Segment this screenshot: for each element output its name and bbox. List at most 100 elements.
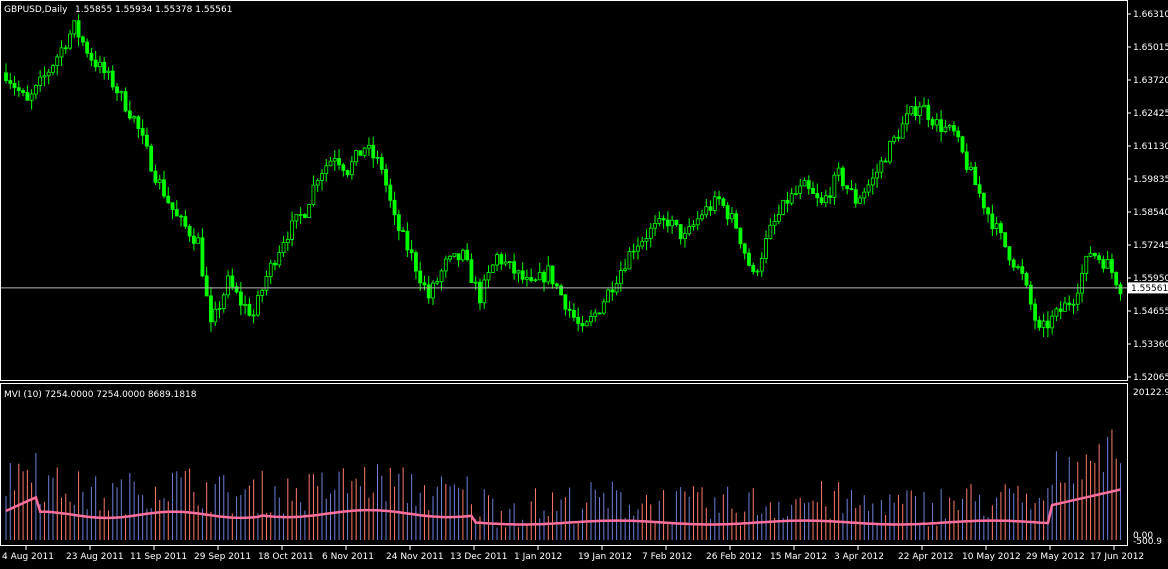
- candle-body: [1110, 258, 1114, 273]
- indicator-axis: 20122.90.00-500.9: [1133, 388, 1168, 547]
- candle-body: [486, 272, 491, 281]
- candle-body: [1092, 252, 1097, 257]
- candle-body: [576, 316, 581, 324]
- candle-body: [866, 184, 871, 193]
- candle-body: [695, 218, 700, 226]
- candle-body: [170, 202, 175, 211]
- candle-body: [362, 147, 367, 156]
- candle-body: [38, 76, 43, 86]
- price-tick-label: 1.63720: [1133, 76, 1168, 86]
- candle-body: [755, 270, 760, 273]
- candle-body: [119, 91, 124, 94]
- candle-body: [606, 289, 610, 303]
- price-tick-label: 1.57245: [1133, 241, 1168, 251]
- candle-body: [349, 161, 354, 176]
- candle-body: [986, 207, 990, 215]
- candle-body: [80, 36, 85, 43]
- candle-body: [520, 270, 525, 280]
- candle-body: [426, 284, 431, 299]
- candle-body: [384, 169, 388, 186]
- candle-body: [302, 214, 307, 218]
- candle-body: [179, 215, 183, 218]
- candle-body: [661, 218, 666, 221]
- candle-body: [1075, 292, 1080, 305]
- candle-body: [341, 164, 346, 171]
- time-tick-label: 4 Aug 2011: [2, 552, 54, 562]
- candle-body: [725, 205, 730, 220]
- candle-body: [917, 106, 922, 116]
- candle-body: [136, 116, 141, 129]
- candle-body: [102, 61, 107, 74]
- candle-body: [913, 106, 918, 116]
- candle-body: [533, 279, 538, 282]
- candle-body: [127, 110, 132, 119]
- candle-body: [828, 195, 833, 198]
- candle-body: [836, 167, 841, 176]
- candle-body: [238, 291, 243, 306]
- candle-body: [63, 47, 68, 50]
- time-tick-label: 26 Feb 2012: [706, 552, 762, 562]
- time-tick-label: 23 Aug 2011: [66, 552, 124, 562]
- candle-body: [85, 41, 90, 54]
- candle-body: [29, 93, 34, 101]
- candle-body: [670, 219, 675, 227]
- candle-body: [46, 71, 51, 77]
- time-tick-label: 22 Apr 2012: [898, 552, 954, 562]
- candle-body: [320, 173, 324, 181]
- price-tick-label: 1.65015: [1133, 43, 1168, 53]
- candle-body: [307, 204, 312, 218]
- candle-body: [593, 312, 598, 317]
- candle-body: [580, 323, 585, 327]
- candle-body: [21, 90, 25, 93]
- candle-body: [999, 223, 1003, 234]
- candle-body: [1071, 303, 1076, 306]
- candle-body: [311, 184, 316, 205]
- time-tick-label: 3 Apr 2012: [834, 552, 884, 562]
- candle-body: [759, 257, 764, 272]
- candle-body: [994, 223, 999, 230]
- candle-body: [1003, 232, 1008, 248]
- candle-body: [879, 160, 884, 173]
- candle-body: [98, 61, 102, 68]
- candle-body: [1067, 302, 1072, 306]
- time-tick-label: 19 Jan 2012: [578, 552, 632, 562]
- candle-body: [781, 199, 786, 215]
- candle-body: [618, 270, 623, 285]
- candle-body: [226, 275, 230, 296]
- time-tick-label: 13 Dec 2011: [450, 552, 508, 562]
- candle-body: [132, 116, 137, 119]
- candle-body: [396, 214, 401, 231]
- candle-body: [294, 214, 299, 222]
- candle-body: [870, 177, 875, 186]
- candle-body: [388, 184, 393, 201]
- candle-body: [858, 197, 862, 204]
- candle-body: [751, 265, 756, 272]
- candle-body: [443, 258, 448, 272]
- candle-body: [456, 253, 461, 261]
- candle-body: [875, 171, 879, 179]
- candle-body: [926, 104, 931, 120]
- candle-body: [473, 281, 478, 284]
- candle-body: [16, 87, 21, 91]
- candle-body: [892, 136, 897, 142]
- candle-body: [33, 85, 38, 95]
- candle-body: [776, 213, 781, 222]
- candle-body: [764, 238, 768, 259]
- candle-body: [273, 262, 277, 266]
- candle-body: [367, 144, 371, 149]
- candle-body: [990, 213, 995, 230]
- candle-body: [947, 125, 952, 128]
- candle-body: [550, 265, 555, 285]
- candle-body: [789, 193, 794, 204]
- price-candles: [4, 13, 1123, 338]
- candle-body: [597, 312, 602, 315]
- chart-canvas[interactable]: 1.66310 1.65015 1.63720 1.62425 1.61130 1.598…: [0, 0, 1168, 565]
- candle-body: [981, 192, 986, 209]
- mt4-chart-window[interactable]: 1.66310 1.65015 1.63720 1.62425 1.61130 1.598…: [0, 0, 1168, 565]
- candle-body: [204, 275, 209, 297]
- candle-body: [123, 91, 128, 112]
- candle-body: [909, 106, 914, 115]
- price-tick-label: 1.54655: [1133, 307, 1168, 317]
- candle-body: [1050, 315, 1055, 329]
- candle-body: [1080, 273, 1084, 294]
